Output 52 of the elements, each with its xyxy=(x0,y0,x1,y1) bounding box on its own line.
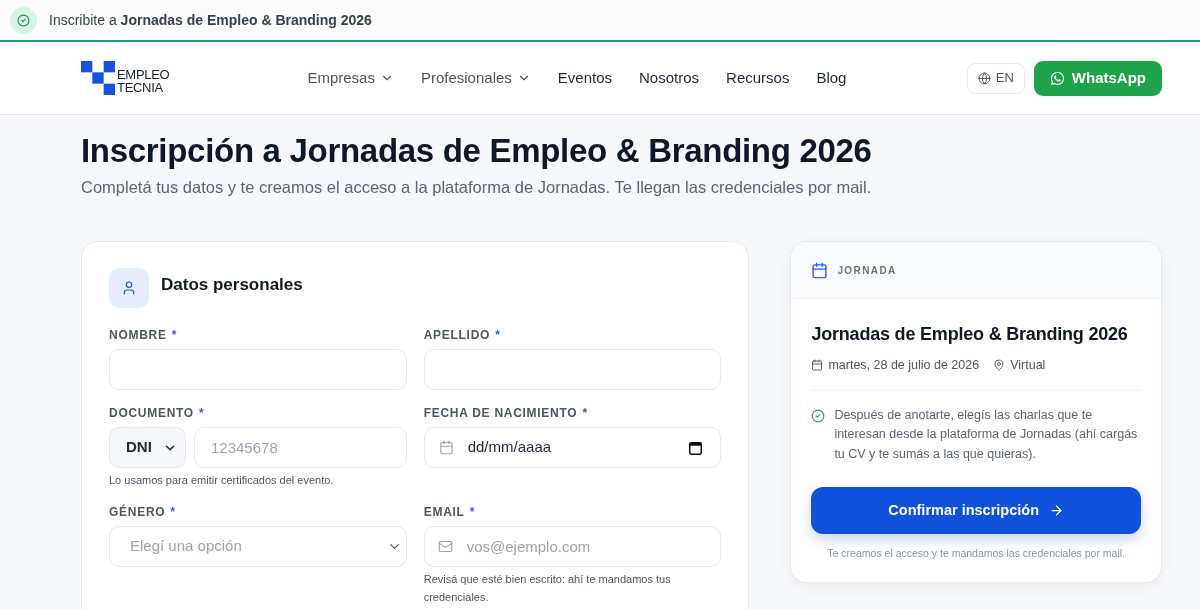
nav-menu-button[interactable]: Profesionales xyxy=(420,66,531,90)
field-label: DOCUMENTO xyxy=(109,405,194,422)
language-button[interactable]: EN xyxy=(966,62,1025,94)
required-mark: * xyxy=(582,405,588,422)
event-note: Después de anotarte, elegís las charlas que te interesan desde la plataforma de Jornadas (ahí cargás tu CV y te sumás a las que quieras). xyxy=(834,406,1139,463)
required-mark: * xyxy=(469,504,475,521)
nav-link[interactable]: Nosotros xyxy=(639,66,700,90)
field-hint: Lo usamos para emitir certificados del evento. xyxy=(109,473,335,488)
logo-text: EMPLEO xyxy=(117,68,170,81)
logo-icon xyxy=(81,61,115,95)
text-input[interactable] xyxy=(109,349,407,390)
announcement-text: Inscribite a Jornadas de Empleo & Branding 2026 xyxy=(49,10,372,30)
confirm-button[interactable]: Confirmar inscripción xyxy=(811,487,1141,535)
check-circle-icon xyxy=(811,408,826,423)
chat-bubble-icon xyxy=(1049,70,1065,86)
event-date: martes, 28 de julio de 2026 xyxy=(828,357,980,374)
nav-link[interactable]: Blog xyxy=(816,66,847,90)
field-label: EMAIL xyxy=(423,504,465,521)
arrow-right-icon xyxy=(1049,503,1064,519)
event-location: Virtual xyxy=(1010,357,1046,374)
required-mark: * xyxy=(171,327,177,344)
page-subtitle: Completá tus datos y te creamos el acceso a la plataforma de Jornadas. Te llegan las credenciales por mail. xyxy=(81,177,873,198)
calendar-icon xyxy=(811,359,824,372)
required-mark: * xyxy=(198,405,204,422)
field-label: NOMBRE xyxy=(109,327,167,344)
required-mark: * xyxy=(170,504,175,521)
page-title: Inscripción a Jornadas de Empleo & Branding 2026 xyxy=(81,131,873,171)
date-input[interactable]: dd/mm/aaaa xyxy=(423,427,722,468)
email-input[interactable]: vos@ejemplo.com xyxy=(423,526,722,567)
calendar-icon xyxy=(438,440,454,455)
card-footnote: Te creamos el acceso y te mandamos las credenciales por mail. xyxy=(826,546,1126,562)
card-header-label: JORNADA xyxy=(837,263,897,278)
nav-link[interactable]: Recursos xyxy=(726,66,790,90)
user-icon xyxy=(109,268,149,308)
document-type-select[interactable]: DNI xyxy=(109,427,186,468)
logo-text: TECNIA xyxy=(117,81,164,94)
mail-icon xyxy=(437,539,453,554)
required-mark: * xyxy=(495,327,500,344)
globe-icon xyxy=(977,71,991,85)
field-label: FECHA DE NACIMIENTO xyxy=(423,405,578,422)
field-hint: Revisá que esté bien escrito: ahí te mandamos tus credenciales. xyxy=(423,572,672,605)
text-input[interactable] xyxy=(423,349,722,390)
calendar-icon xyxy=(811,261,829,279)
nav-link[interactable]: Eventos xyxy=(557,66,612,90)
event-title: Jornadas de Empleo & Branding 2026 xyxy=(811,323,1129,346)
nav-menu-button[interactable]: Empresas xyxy=(307,66,394,90)
map-pin-icon xyxy=(993,359,1006,372)
calendar-icon[interactable] xyxy=(689,440,703,455)
field-label: GÉNERO xyxy=(109,503,166,521)
field-label: APELLIDO xyxy=(423,327,491,344)
document-number-input[interactable]: 12345678 xyxy=(194,427,407,468)
section-title: Datos personales xyxy=(161,274,303,297)
